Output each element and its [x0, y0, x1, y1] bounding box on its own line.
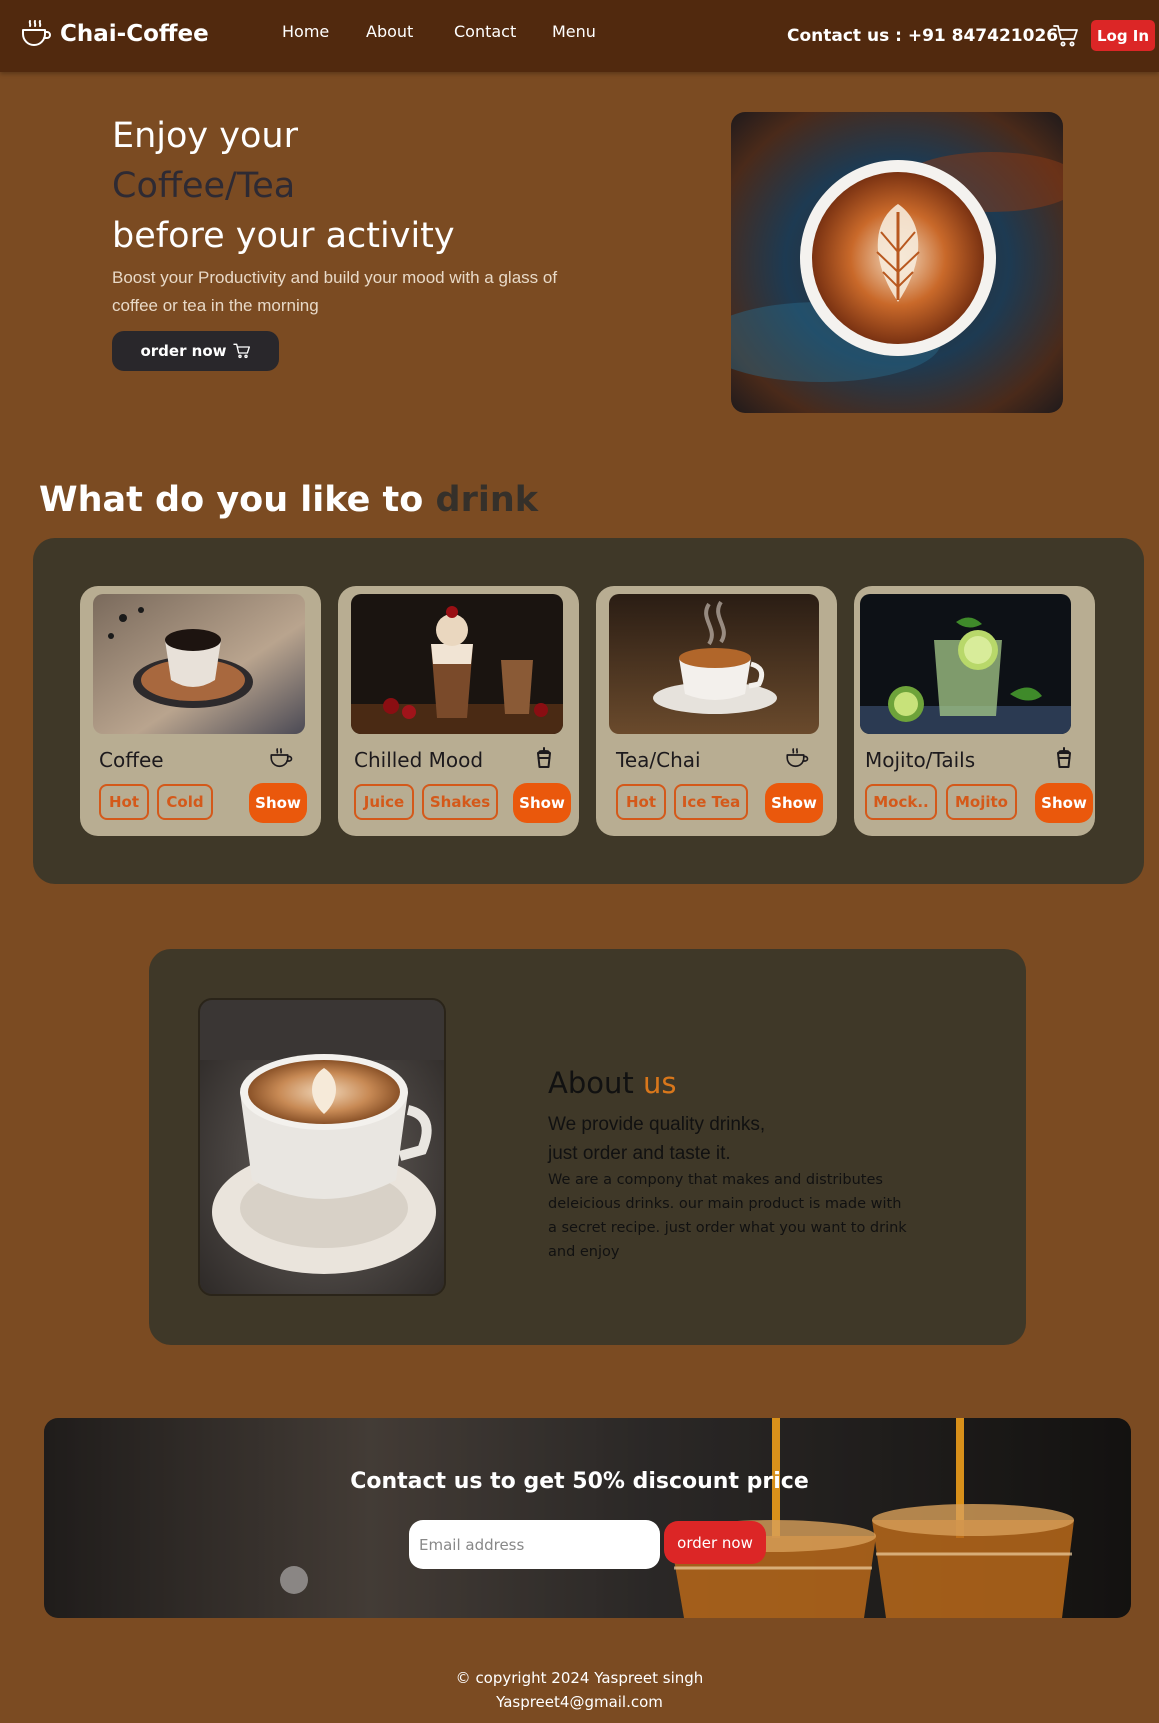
- cart-icon: [232, 343, 250, 359]
- hero-heading-line2: Coffee/Tea: [112, 166, 296, 206]
- tea-chai-show-button[interactable]: Show: [765, 783, 823, 823]
- order-button-label: order now: [140, 342, 227, 360]
- hero-subtitle: Boost your Productivity and build your m…: [112, 268, 558, 315]
- cart-icon[interactable]: [1053, 24, 1079, 48]
- tag-cold[interactable]: Cold: [157, 784, 213, 820]
- navbar: Chai-Coffee Home About Contact Menu Cont…: [0, 0, 1159, 72]
- footer-copyright: © copyright 2024 Yaspreet singh: [455, 1669, 704, 1687]
- card-title: Tea/Chai: [616, 748, 701, 772]
- card-title: Chilled Mood: [354, 748, 484, 772]
- tag-juice[interactable]: Juice: [354, 784, 414, 820]
- tag-ice-tea[interactable]: Ice Tea: [674, 784, 748, 820]
- tag-mocktail[interactable]: Mock..: [865, 784, 937, 820]
- about-body: We are a compony that makes and distribu…: [548, 1172, 907, 1260]
- chilled-mood-show-button[interactable]: Show: [513, 783, 571, 823]
- chilled-mood-card-image: [351, 594, 563, 734]
- drink-card-tea-chai: Tea/Chai Hot Ice Tea Show: [596, 586, 837, 836]
- tag-hot[interactable]: Hot: [616, 784, 666, 820]
- drinks-section-title: What do you like to drink: [39, 480, 538, 520]
- tag-mojito[interactable]: Mojito: [946, 784, 1017, 820]
- coffee-cup-icon: [270, 748, 293, 767]
- contact-banner-title: Contact us to get 50% discount price: [350, 1469, 809, 1494]
- about-title-accent: us: [642, 1066, 677, 1100]
- footer-email: Yaspreet4@gmail.com: [496, 1693, 663, 1711]
- hero-heading-line1: Enjoy your: [112, 116, 298, 156]
- mojito-show-button[interactable]: Show: [1035, 783, 1093, 823]
- about-latte-image: [198, 998, 446, 1296]
- nav-menu-link[interactable]: Menu: [552, 22, 596, 41]
- about-subtitle: We provide quality drinks, just order an…: [548, 1110, 765, 1168]
- nav-contact-link[interactable]: Contact: [454, 22, 516, 41]
- hero-order-button[interactable]: order now: [112, 331, 279, 371]
- card-title: Coffee: [99, 748, 164, 772]
- drink-card-chilled-mood: Chilled Mood Juice Shakes Show: [338, 586, 579, 836]
- contact-banner: [44, 1418, 1131, 1618]
- about-sub-line1: We provide quality drinks,: [548, 1114, 766, 1135]
- drink-cup-icon: [1057, 747, 1071, 768]
- drinks-title-main: What do you like to: [39, 480, 436, 520]
- hero-heading-line3: before your activity: [112, 216, 455, 256]
- nav-home-link[interactable]: Home: [282, 22, 329, 41]
- brand-name: Chai-Coffee: [60, 21, 209, 47]
- coffee-card-image: [93, 594, 305, 734]
- card-title: Mojito/Tails: [865, 748, 976, 772]
- coffee-cup-icon: [22, 20, 51, 46]
- banner-order-button[interactable]: order now: [664, 1521, 766, 1564]
- tea-chai-card-image: [609, 594, 819, 734]
- tag-hot[interactable]: Hot: [99, 784, 149, 820]
- email-input[interactable]: [409, 1520, 660, 1569]
- mojito-card-image: [860, 594, 1071, 734]
- nav-about-link[interactable]: About: [366, 22, 413, 41]
- login-button[interactable]: Log In: [1091, 20, 1155, 51]
- drink-cup-icon: [537, 747, 551, 768]
- hero-latte-image: [731, 112, 1063, 413]
- about-title-main: About: [548, 1066, 643, 1100]
- contact-phone: Contact us : +91 847421026: [787, 26, 1059, 46]
- tag-shakes[interactable]: Shakes: [422, 784, 498, 820]
- drinks-title-accent: drink: [435, 480, 539, 520]
- brand[interactable]: Chai-Coffee: [20, 18, 209, 50]
- coffee-cup-icon: [786, 748, 809, 767]
- coffee-show-button[interactable]: Show: [249, 783, 307, 823]
- about-title: About us: [548, 1066, 676, 1100]
- drink-card-mojito-tails: Mojito/Tails Mock.. Mojito Show: [854, 586, 1095, 836]
- about-sub-line2: just order and taste it.: [548, 1143, 731, 1164]
- drink-card-coffee: Coffee Hot Cold Show: [80, 586, 321, 836]
